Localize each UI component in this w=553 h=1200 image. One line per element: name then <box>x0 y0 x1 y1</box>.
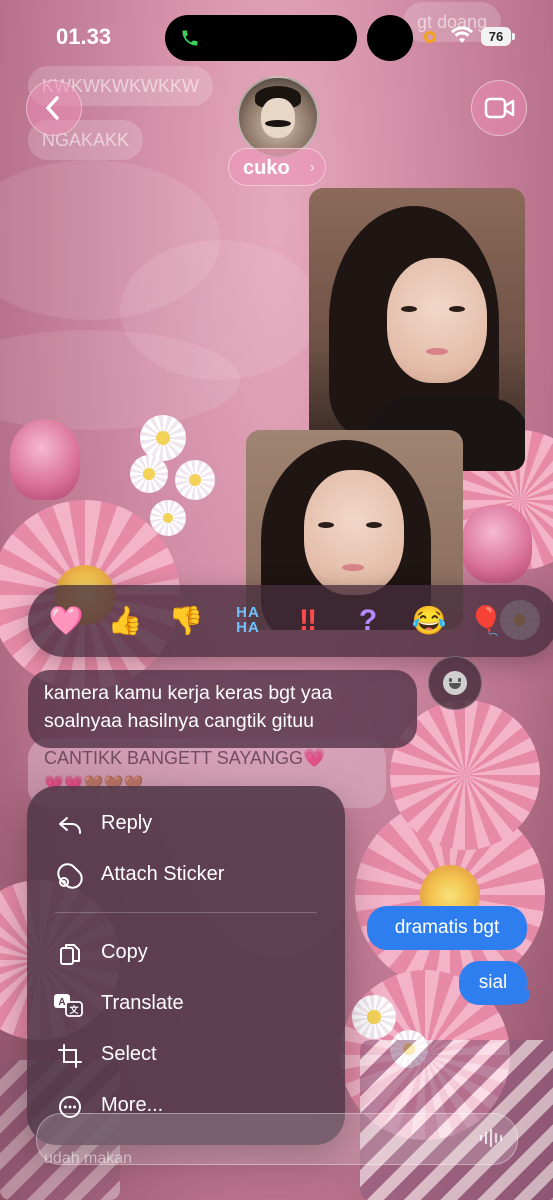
menu-item-reply[interactable]: Reply <box>27 802 345 846</box>
contact-name-button[interactable]: cuko › <box>228 148 326 186</box>
smiley-icon <box>443 671 467 695</box>
reply-icon <box>59 817 81 834</box>
menu-item-label: Reply <box>101 812 153 834</box>
menu-item-copy[interactable]: Copy <box>27 931 345 975</box>
outgoing-message-bubble[interactable]: sial <box>459 961 527 1005</box>
tapback-reaction-bar: 🩷 👍 👎 HA HA ‼ ? 😂 🎈 <box>28 585 553 657</box>
phone-call-icon <box>180 28 200 48</box>
menu-item-label: Select <box>101 1043 157 1065</box>
reaction-exclamation[interactable]: ‼ <box>288 603 328 639</box>
video-camera-icon <box>484 97 515 119</box>
menu-item-attach-sticker[interactable]: Attach Sticker <box>27 853 345 897</box>
message-line: kamera kamu kerja keras bgt yaa <box>44 682 333 704</box>
photo-attachment[interactable] <box>309 188 525 471</box>
translate-icon: A 文 <box>54 994 83 1017</box>
crop-select-icon <box>58 1044 82 1068</box>
reaction-question[interactable]: ? <box>348 603 388 639</box>
camera-cutout <box>367 15 413 61</box>
selected-message-bubble[interactable]: kamera kamu kerja keras bgt yaa soalnyaa… <box>28 670 417 748</box>
copy-icon <box>60 944 80 965</box>
message-context-menu: Reply Attach Sticker Copy A 文 Translate … <box>27 786 345 1145</box>
wifi-icon <box>451 26 473 43</box>
video-call-button[interactable] <box>471 80 527 136</box>
mic-indicator-icon <box>424 31 436 43</box>
outgoing-message-bubble[interactable]: dramatis bgt <box>367 906 527 950</box>
svg-text:A: A <box>58 997 65 1008</box>
reaction-thumbs-down[interactable]: 👎 <box>166 603 206 639</box>
reaction-balloon[interactable]: 🎈 <box>466 603 506 639</box>
menu-divider <box>55 912 317 913</box>
status-time: 01.33 <box>56 24 112 49</box>
menu-item-label: Attach Sticker <box>101 863 225 885</box>
add-emoji-reaction-button[interactable] <box>428 656 482 710</box>
message-line: soalnyaa hasilnya cangtik gituu <box>44 710 314 732</box>
contact-name: cuko <box>243 157 290 179</box>
menu-item-select[interactable]: Select <box>27 1033 345 1077</box>
contact-avatar[interactable] <box>237 76 319 158</box>
reaction-heart[interactable]: 🩷 <box>46 603 86 639</box>
reaction-laughing[interactable]: 😂 <box>409 603 449 639</box>
battery-indicator: 76 <box>481 27 515 46</box>
audio-waveform-icon[interactable] <box>478 1128 504 1148</box>
back-button[interactable] <box>26 80 82 136</box>
message-text: CANTIKK BANGETT SAYANGG💗 <box>44 748 326 768</box>
svg-text:文: 文 <box>68 1004 79 1015</box>
chevron-right-icon: › <box>309 159 315 176</box>
menu-item-label: Copy <box>101 941 148 963</box>
menu-item-label: Translate <box>101 992 184 1014</box>
reaction-thumbs-up[interactable]: 👍 <box>105 603 145 639</box>
chevron-left-icon <box>46 96 59 120</box>
sticker-icon <box>57 863 83 889</box>
reaction-haha[interactable]: HA HA <box>228 605 268 641</box>
previous-message-preview: udah makan <box>44 1150 133 1167</box>
menu-item-translate[interactable]: A 文 Translate <box>27 982 345 1026</box>
